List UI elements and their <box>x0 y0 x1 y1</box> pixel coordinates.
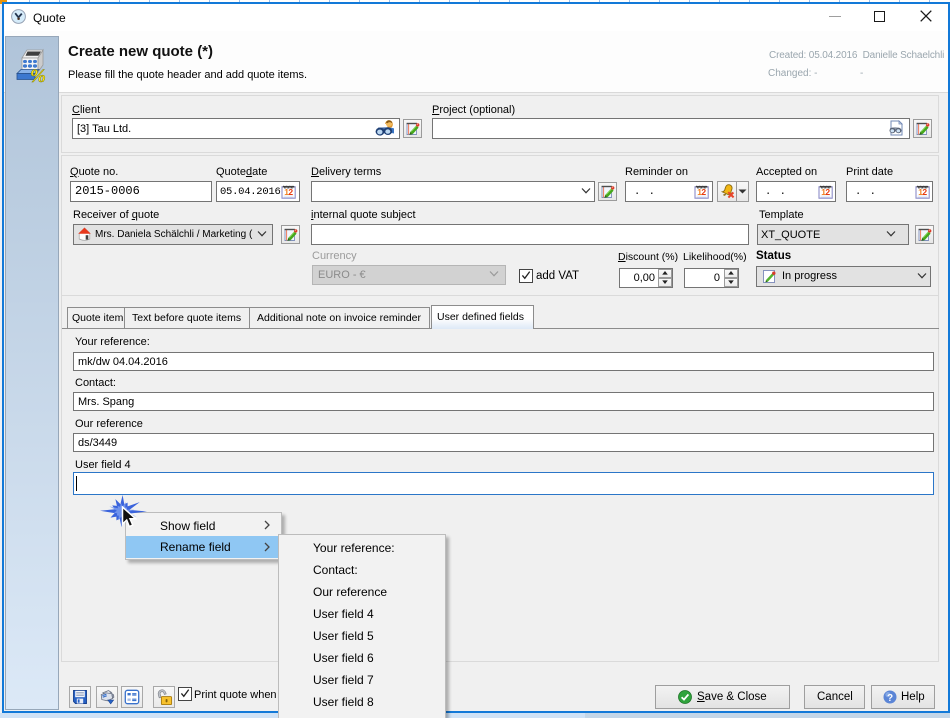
svg-text:?: ? <box>887 693 893 704</box>
svg-text:%: % <box>30 66 46 83</box>
